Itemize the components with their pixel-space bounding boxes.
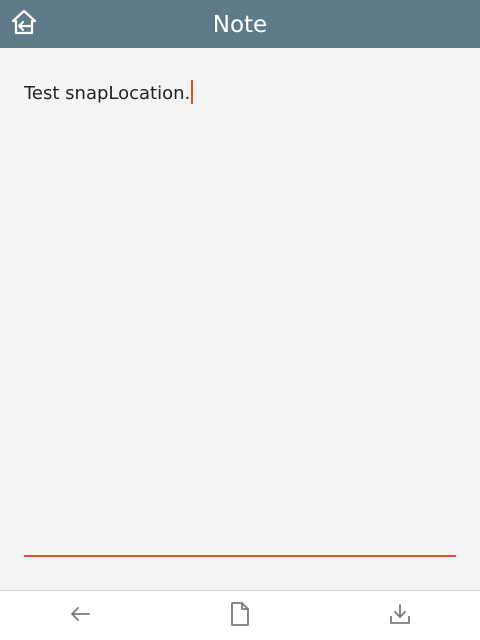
document-icon bbox=[228, 601, 252, 631]
editor-underline bbox=[24, 555, 456, 557]
document-button[interactable] bbox=[226, 602, 254, 630]
bottom-toolbar bbox=[0, 590, 480, 640]
note-text-area[interactable]: Test snapLocation. bbox=[24, 78, 456, 554]
download-button[interactable] bbox=[386, 602, 414, 630]
note-text: Test snapLocation. bbox=[24, 83, 191, 104]
text-caret bbox=[191, 80, 194, 104]
app-header: Note bbox=[0, 0, 480, 48]
page-title: Note bbox=[212, 12, 268, 38]
note-app: Note Test snapLocation. bbox=[0, 0, 480, 640]
arrow-left-icon bbox=[68, 602, 92, 630]
download-icon bbox=[388, 602, 412, 630]
back-button[interactable] bbox=[66, 602, 94, 630]
